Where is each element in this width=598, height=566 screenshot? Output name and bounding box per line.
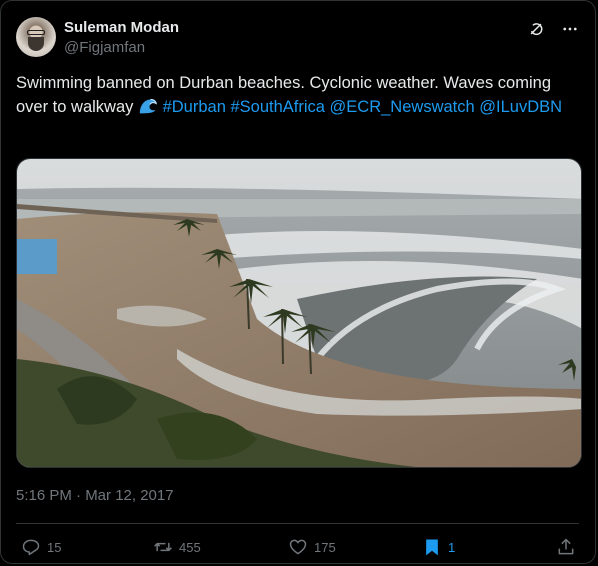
reply-button[interactable]: 15 <box>21 535 61 559</box>
like-count: 175 <box>314 539 336 555</box>
tweet-timestamp[interactable]: 5:16 PM · Mar 12, 2017 <box>16 487 174 504</box>
like-button[interactable]: 175 <box>288 535 336 559</box>
bookmark-icon <box>426 539 438 556</box>
hashtag-southafrica[interactable]: #SouthAfrica <box>230 98 324 116</box>
tweet-card: Suleman Modan @Figjamfan Swimming banned… <box>0 0 596 564</box>
hashtag-durban[interactable]: #Durban <box>163 98 226 116</box>
more-icon[interactable] <box>561 20 579 38</box>
tweet-header: Suleman Modan @Figjamfan <box>16 17 579 61</box>
reply-count: 15 <box>47 539 62 555</box>
like-icon <box>289 539 307 555</box>
mention-iluvdbn[interactable]: @ILuvDBN <box>479 98 562 116</box>
wave-emoji <box>139 98 157 114</box>
tweet-text: Swimming banned on Durban beaches. Cyclo… <box>16 71 576 119</box>
grok-icon[interactable] <box>527 20 545 38</box>
retweet-icon <box>154 542 172 552</box>
bookmark-button[interactable]: 1 <box>422 535 455 559</box>
share-button[interactable] <box>556 535 576 559</box>
author-handle[interactable]: @Figjamfan <box>64 39 145 56</box>
author-name[interactable]: Suleman Modan <box>64 19 179 36</box>
avatar[interactable] <box>16 17 56 57</box>
share-icon <box>558 538 574 555</box>
tweet-video[interactable] <box>16 158 582 468</box>
mention-ecr-newswatch[interactable]: @ECR_Newswatch <box>330 98 475 116</box>
retweet-count: 455 <box>179 539 201 555</box>
divider <box>16 523 579 524</box>
reply-icon <box>22 539 40 556</box>
bookmark-count: 1 <box>448 539 456 555</box>
beach-wave-image <box>17 159 581 467</box>
action-bar: 15 455 175 1 <box>16 535 579 561</box>
retweet-button[interactable]: 455 <box>153 535 201 559</box>
